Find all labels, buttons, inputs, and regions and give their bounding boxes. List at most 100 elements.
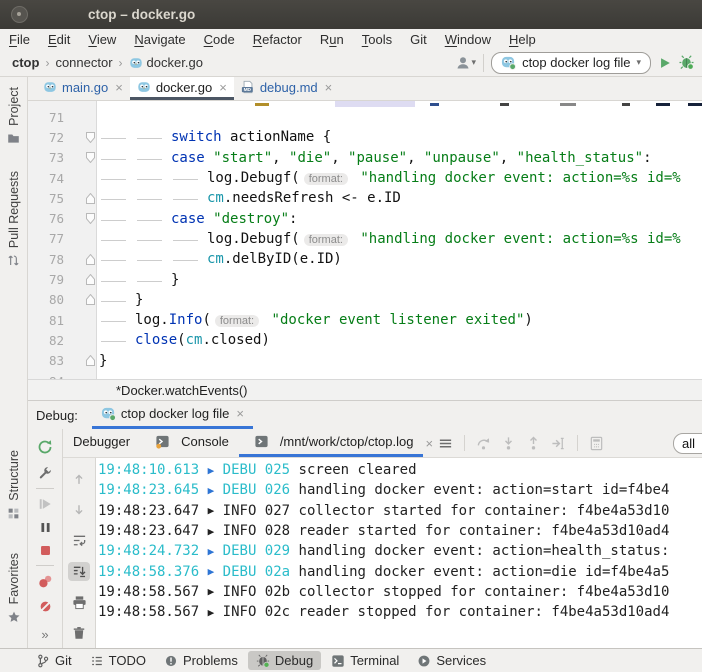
statusbar-todo-button[interactable]: TODO — [82, 651, 154, 670]
code-line-71[interactable]: 71 — [28, 107, 702, 127]
breadcrumb-ctop[interactable]: ctop — [12, 55, 39, 70]
fold-marker-close[interactable] — [64, 193, 96, 204]
debug-tab-console[interactable]: Console — [140, 429, 239, 457]
enclosing-function-label: *Docker.watchEvents() — [116, 383, 248, 398]
bkpts-button[interactable] — [38, 574, 53, 589]
menu-refactor[interactable]: Refactor — [244, 32, 311, 47]
tool-stripe-favorites[interactable]: Favorites — [0, 553, 27, 624]
rerun-button[interactable] — [37, 439, 53, 455]
close-icon[interactable]: × — [219, 80, 227, 95]
fold-marker-open[interactable] — [64, 213, 96, 224]
code-line-77[interactable]: 77log.Debugf(format: "handling docker ev… — [28, 229, 702, 249]
more-actions-button[interactable]: » — [41, 627, 48, 642]
code-line-74[interactable]: 74log.Debugf(format: "handling docker ev… — [28, 168, 702, 188]
print-button[interactable] — [68, 592, 90, 612]
debug-button[interactable] — [679, 55, 694, 70]
fold-marker-close[interactable] — [64, 294, 96, 305]
menu-help[interactable]: Help — [500, 32, 545, 47]
fold-marker-open[interactable] — [64, 152, 96, 163]
tool-stripe-label: Pull Requests — [7, 171, 21, 248]
evaluate-button[interactable] — [589, 436, 604, 451]
close-icon[interactable]: × — [236, 406, 244, 421]
step-into-button[interactable] — [501, 436, 516, 451]
tool-stripe-structure[interactable]: Structure — [0, 450, 27, 520]
breadcrumb-docker-go[interactable]: docker.go — [129, 55, 203, 70]
code-editor[interactable]: 7172switch actionName {73case "start", "… — [28, 101, 702, 379]
code-line-81[interactable]: 81log.Info(format: "docker event listene… — [28, 310, 702, 330]
pull-request-icon — [7, 254, 20, 267]
pause-button[interactable] — [39, 521, 52, 534]
run-configuration-select[interactable]: ctop docker log file ▾ — [491, 52, 651, 74]
trash-button[interactable] — [68, 623, 90, 643]
log-file-icon — [254, 434, 269, 449]
editor-tab-debug-md[interactable]: MDdebug.md× — [234, 77, 339, 100]
step-over-button[interactable] — [476, 436, 491, 451]
code-line-78[interactable]: 78cm.delByID(e.ID) — [28, 249, 702, 269]
statusbar-services-button[interactable]: Services — [409, 651, 494, 670]
fold-marker-close[interactable] — [64, 274, 96, 285]
menu-tools[interactable]: Tools — [353, 32, 401, 47]
code-line-73[interactable]: 73case "start", "die", "pause", "unpause… — [28, 148, 702, 168]
tab-whitespace-mark — [135, 198, 171, 202]
close-icon[interactable]: × — [325, 80, 333, 95]
debug-tab--mnt-work-ctop-ctop-log[interactable]: /mnt/work/ctop/ctop.log — [239, 429, 424, 457]
mute-bkpts-button[interactable] — [38, 599, 53, 614]
code-line-83[interactable]: 83} — [28, 351, 702, 371]
fold-marker-open[interactable] — [64, 132, 96, 143]
breadcrumb-connector[interactable]: connector — [55, 55, 112, 70]
menu-run[interactable]: Run — [311, 32, 353, 47]
arrow-down-button[interactable] — [68, 500, 90, 520]
menu-git[interactable]: Git — [401, 32, 436, 47]
editor-tab-main-go[interactable]: main.go× — [36, 77, 130, 100]
tool-stripe-project[interactable]: Project — [0, 87, 27, 145]
tab-whitespace-mark — [171, 178, 207, 182]
statusbar-terminal-button[interactable]: Terminal — [323, 651, 407, 670]
tab-whitespace-mark — [135, 158, 171, 162]
fold-marker-close[interactable] — [64, 355, 96, 366]
wrench-button[interactable] — [38, 465, 53, 480]
code-line-75[interactable]: 75cm.needsRefresh <- e.ID — [28, 188, 702, 208]
debug-session-tab-label: ctop docker log file — [121, 406, 229, 421]
menu-button[interactable] — [438, 436, 453, 451]
menu-navigate[interactable]: Navigate — [125, 32, 194, 47]
debug-panel-header: Debug: ctop docker log file × — [28, 401, 702, 429]
run-cursor-button[interactable] — [551, 436, 566, 451]
statusbar-git-button[interactable]: Git — [28, 651, 80, 670]
scroll-end-button[interactable] — [68, 562, 90, 582]
debug-session-tab[interactable]: ctop docker log file × — [92, 401, 253, 429]
code-line-79[interactable]: 79} — [28, 269, 702, 289]
menu-file[interactable]: File — [0, 32, 39, 47]
debug-tab-debugger[interactable]: Debugger — [63, 429, 140, 457]
code-line-82[interactable]: 82close(cm.closed) — [28, 330, 702, 350]
resume-button[interactable] — [38, 497, 52, 511]
code-line-72[interactable]: 72switch actionName { — [28, 127, 702, 147]
tab-whitespace-mark — [99, 137, 135, 141]
line-number: 79 — [28, 272, 64, 287]
arrow-up-button[interactable] — [68, 470, 90, 490]
log-filter-select[interactable]: all — [673, 433, 702, 454]
statusbar-debug-button[interactable]: Debug — [248, 651, 321, 670]
step-out-button[interactable] — [526, 436, 541, 451]
tool-stripe-pull-requests[interactable]: Pull Requests — [0, 171, 27, 267]
stop-button[interactable] — [39, 544, 52, 557]
breadcrumb: ctop›connector›docker.go — [0, 55, 203, 70]
avatar[interactable]: ▾ — [455, 55, 477, 71]
menu-view[interactable]: View — [79, 32, 125, 47]
menu-window[interactable]: Window — [436, 32, 500, 47]
close-icon[interactable]: × — [425, 436, 433, 451]
menu-code[interactable]: Code — [195, 32, 244, 47]
code-line-76[interactable]: 76case "destroy": — [28, 208, 702, 228]
soft-wrap-button[interactable] — [68, 531, 90, 551]
window-menu-button[interactable] — [11, 6, 28, 23]
code-text: } — [96, 353, 702, 369]
menu-edit[interactable]: Edit — [39, 32, 79, 47]
close-icon[interactable]: × — [115, 80, 123, 95]
run-button[interactable] — [658, 56, 672, 70]
code-line-84[interactable]: 84 — [28, 371, 702, 379]
code-line-80[interactable]: 80} — [28, 290, 702, 310]
editor-tab-docker-go[interactable]: docker.go× — [130, 77, 234, 100]
statusbar-problems-button[interactable]: Problems — [156, 651, 246, 670]
fold-marker-close[interactable] — [64, 254, 96, 265]
tool-stripe-label: Structure — [7, 450, 21, 501]
log-console[interactable]: 19:48:10.613 ▶ DEBU 025 screen cleared19… — [96, 458, 702, 648]
